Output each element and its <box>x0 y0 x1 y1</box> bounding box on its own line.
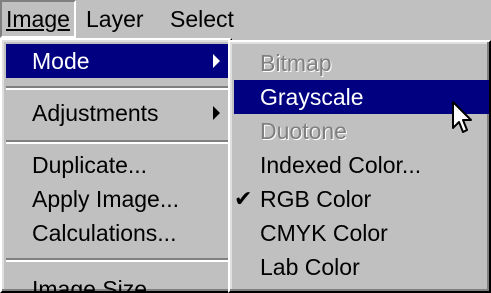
menu-item-mode[interactable]: Mode <box>6 44 230 78</box>
menu-item-calculations-label: Calculations... <box>32 220 177 246</box>
menu-separator <box>6 140 230 144</box>
menubar-select-label: Select <box>170 6 234 32</box>
checkmark-icon: ✔ <box>234 186 253 211</box>
menubar-layer-label: Layer <box>86 6 144 32</box>
menubar-image[interactable]: Image <box>0 0 76 38</box>
menu-item-apply-image[interactable]: Apply Image... <box>6 182 230 216</box>
menu-item-rgb-color-label: RGB Color <box>260 186 372 212</box>
menu-item-cmyk-color[interactable]: CMYK Color <box>234 216 489 250</box>
menu-item-mode-label: Mode <box>32 48 90 74</box>
menu-separator <box>6 86 230 90</box>
mode-submenu: Bitmap Grayscale Duotone Indexed Color..… <box>228 40 491 293</box>
menu-item-apply-image-label: Apply Image... <box>32 186 180 212</box>
menu-item-grayscale-label: Grayscale <box>260 84 364 110</box>
submenu-arrow-icon <box>213 106 220 120</box>
menubar-layer[interactable]: Layer <box>82 0 148 38</box>
menu-item-rgb-color[interactable]: ✔ RGB Color <box>234 182 489 216</box>
menubar-image-label: Image <box>6 6 70 32</box>
menubar-select[interactable]: Select <box>166 0 238 38</box>
menu-item-indexed-color-label: Indexed Color... <box>260 152 422 178</box>
menu-item-lab-color[interactable]: Lab Color <box>234 250 489 284</box>
arrow-cursor-icon <box>452 101 472 133</box>
menu-separator <box>6 258 230 262</box>
menu-item-cmyk-color-label: CMYK Color <box>260 220 388 246</box>
menu-item-image-size[interactable]: Image Size... <box>6 272 230 293</box>
menu-item-duplicate-label: Duplicate... <box>32 152 148 178</box>
menu-item-image-size-label: Image Size... <box>32 276 167 293</box>
menu-item-bitmap: Bitmap <box>234 46 489 80</box>
menu-item-adjustments-label: Adjustments <box>32 100 159 126</box>
menu-item-bitmap-label: Bitmap <box>260 50 332 76</box>
menu-item-calculations[interactable]: Calculations... <box>6 216 230 250</box>
menu-item-duplicate[interactable]: Duplicate... <box>6 148 230 182</box>
menu-item-indexed-color[interactable]: Indexed Color... <box>234 148 489 182</box>
submenu-arrow-icon <box>213 54 220 68</box>
image-menu: Mode Adjustments Duplicate... Apply Imag… <box>0 38 232 293</box>
menu-item-lab-color-label: Lab Color <box>260 254 360 280</box>
menu-item-duotone-label: Duotone <box>260 118 347 144</box>
menu-item-adjustments[interactable]: Adjustments <box>6 96 230 130</box>
menu-bar: Image Layer Select <box>0 0 491 38</box>
